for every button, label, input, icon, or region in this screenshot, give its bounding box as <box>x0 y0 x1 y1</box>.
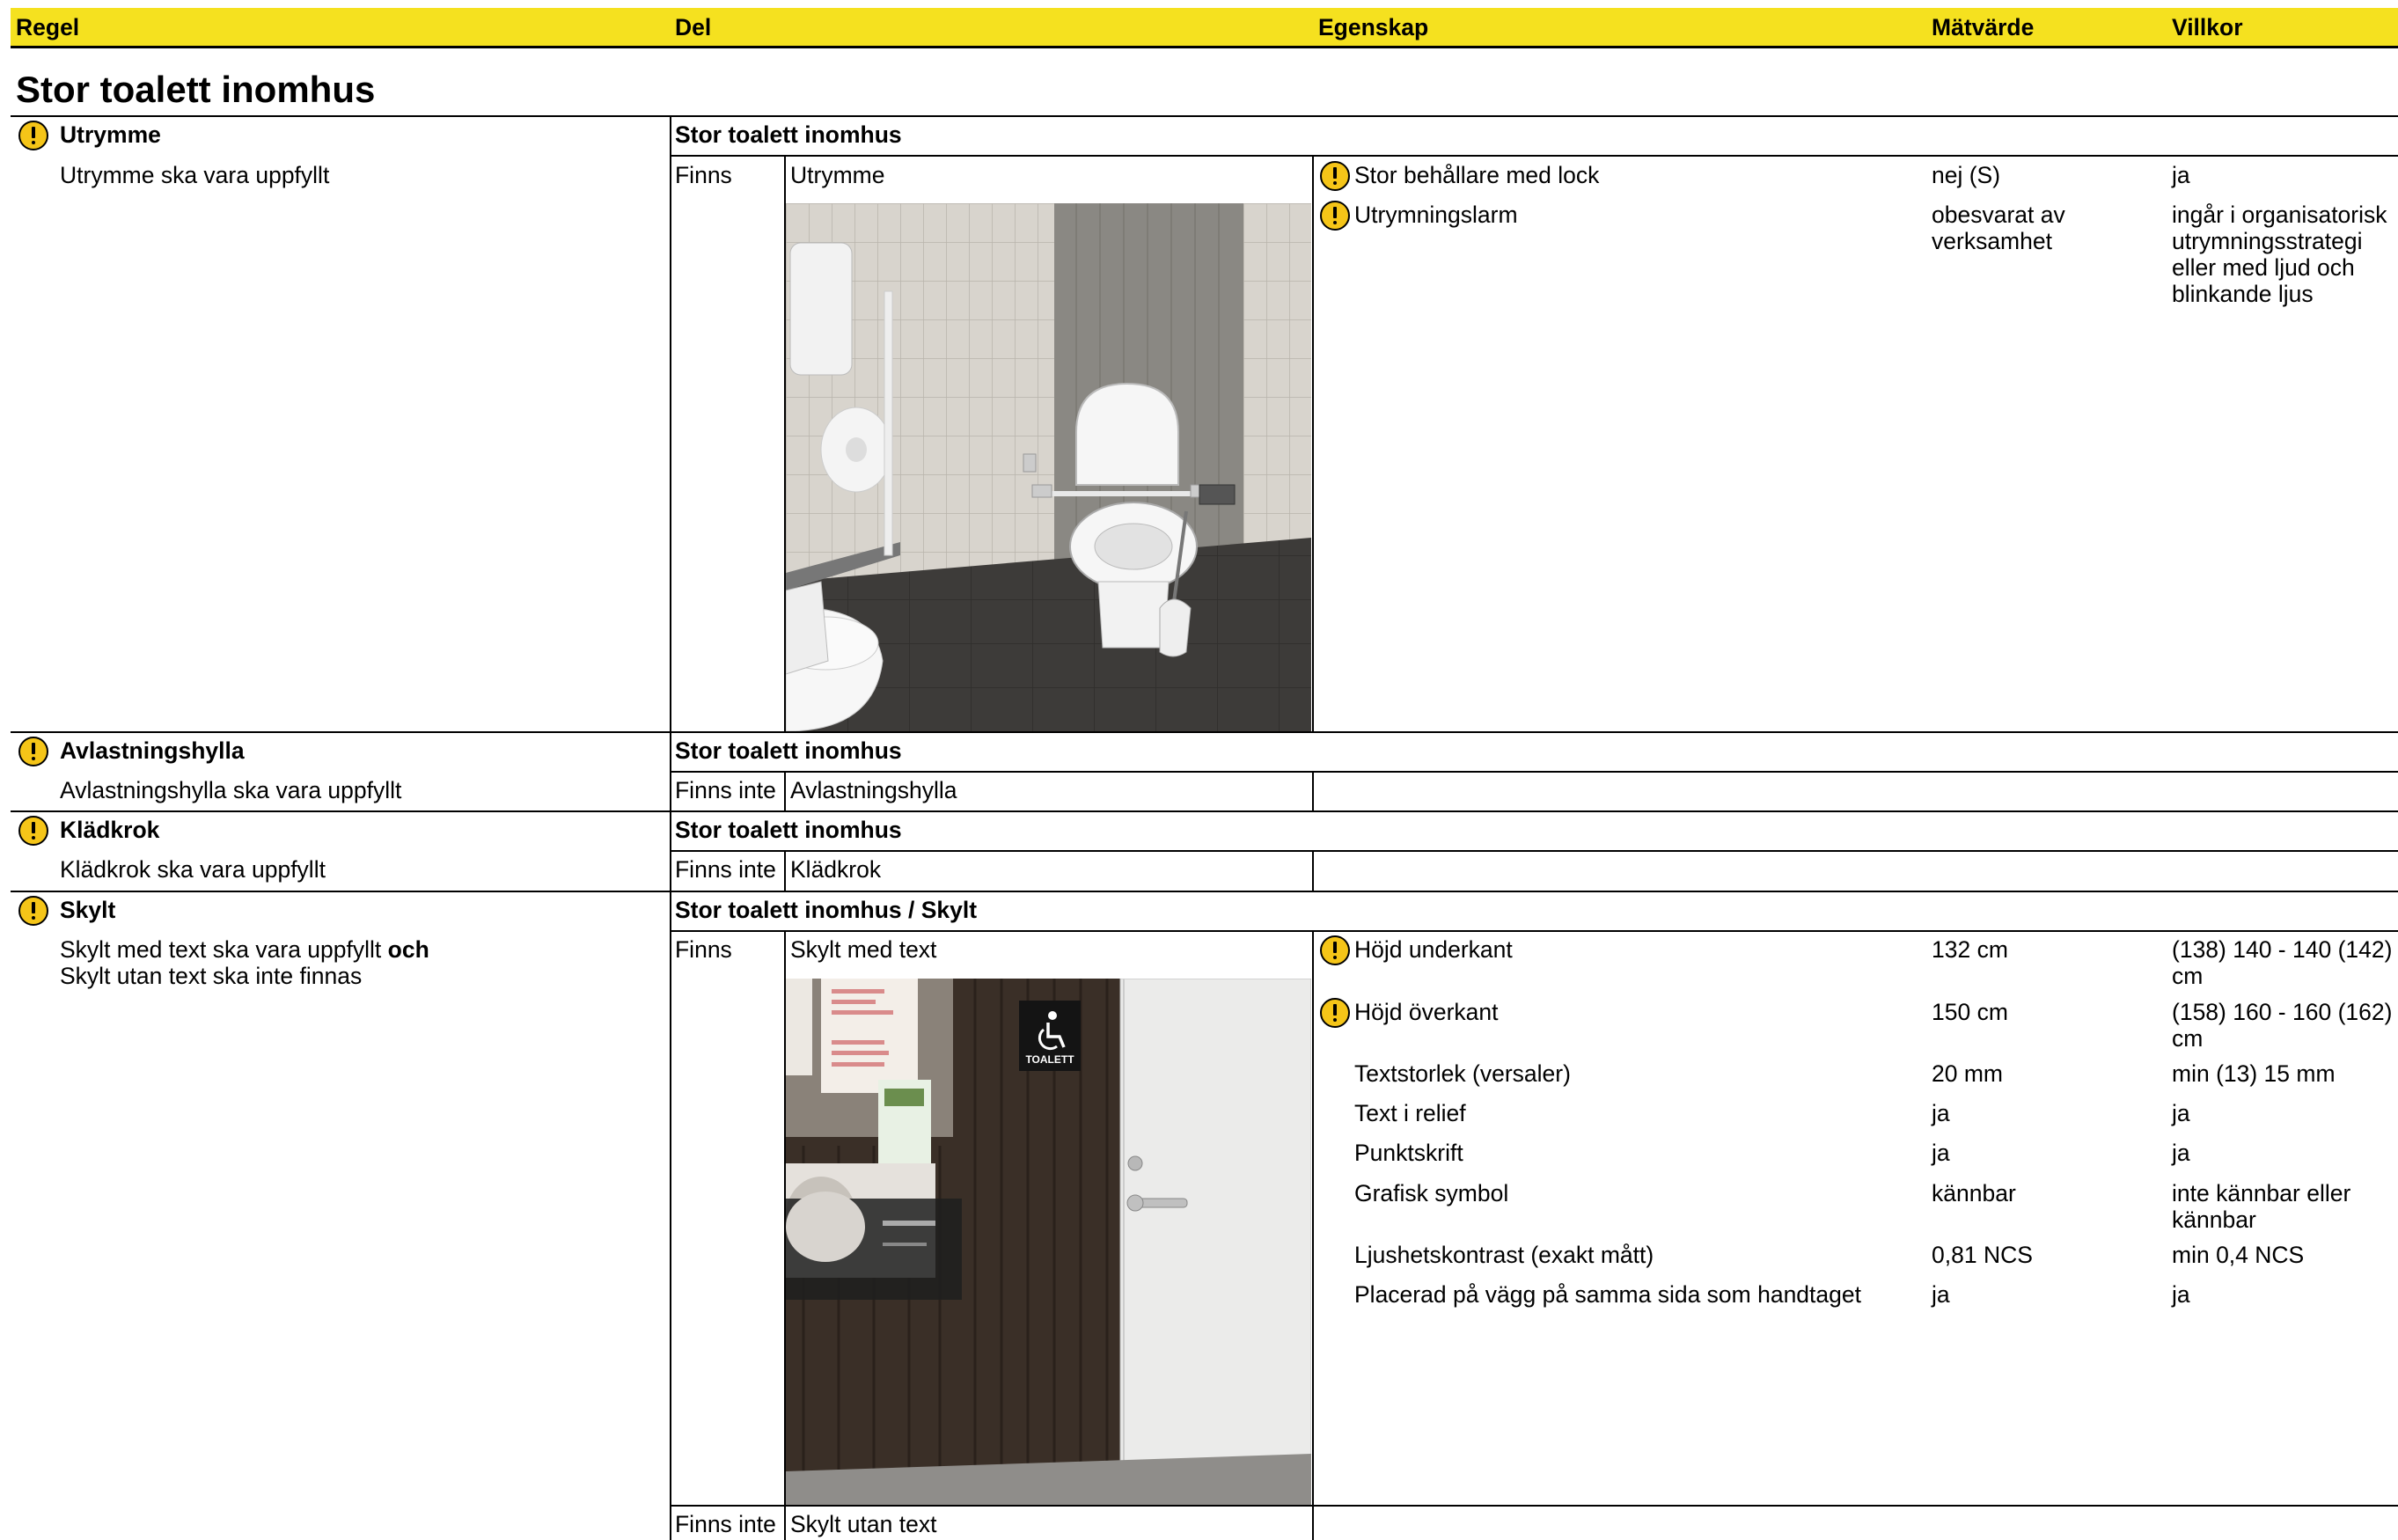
property-condition: ja <box>2172 1281 2190 1308</box>
row-divider <box>671 1505 2398 1507</box>
warning-icon <box>18 737 48 766</box>
part-status: Finns inte <box>675 1511 776 1537</box>
row-divider <box>671 930 2398 932</box>
warning-icon <box>1320 935 1350 965</box>
sign-label: TOALETT <box>1025 1053 1074 1066</box>
header-villkor: Villkor <box>2172 14 2243 40</box>
property-name: Utrymningslarm <box>1354 202 1518 228</box>
property-value: ja <box>1932 1100 1950 1126</box>
toilet-room-photo <box>786 203 1311 731</box>
property-condition: ja <box>2172 1100 2190 1126</box>
header-del: Del <box>675 14 712 40</box>
property-condition: (158) 160 - 160 (162) cm <box>2172 999 2393 1052</box>
sign-photo: TOALETT <box>786 979 1311 1505</box>
row-divider <box>11 810 2398 812</box>
part-status: Finns inte <box>675 856 776 883</box>
rule-description: Skylt utan text ska inte finnas <box>60 963 363 989</box>
property-value: obesvarat av verksamhet <box>1932 202 2065 254</box>
row-divider <box>11 115 2398 117</box>
part-status: Finns inte <box>675 777 776 803</box>
page-title: Stor toalett inomhus <box>16 69 376 110</box>
part-name: Avlastningshylla <box>790 777 957 803</box>
warning-icon <box>1320 201 1350 231</box>
warning-icon <box>18 816 48 846</box>
rule-title-kladkrok: Klädkrok <box>60 817 160 843</box>
header-matvarde: Mätvärde <box>1932 14 2035 40</box>
property-condition: min (13) 15 mm <box>2172 1060 2336 1087</box>
property-condition: ja <box>2172 162 2190 188</box>
rule-title-utrymme: Utrymme <box>60 121 161 148</box>
property-condition: min 0,4 NCS <box>2172 1242 2305 1268</box>
warning-icon <box>18 121 48 150</box>
property-value: 132 cm <box>1932 936 2008 963</box>
property-value: ja <box>1932 1281 1950 1308</box>
warning-icon <box>1320 161 1350 191</box>
rule-title-avlastningshylla: Avlastningshylla <box>60 737 245 764</box>
table-header <box>11 8 2398 48</box>
header-regel: Regel <box>16 14 80 40</box>
part-name: Klädkrok <box>790 856 882 883</box>
section-title: Stor toalett inomhus <box>675 737 902 764</box>
row-divider <box>671 771 2398 773</box>
section-title: Stor toalett inomhus <box>675 121 902 148</box>
part-status: Finns <box>675 162 732 188</box>
column-divider <box>1312 771 1314 810</box>
property-condition: ja <box>2172 1140 2190 1166</box>
column-divider <box>784 771 786 810</box>
part-name: Skylt utan text <box>790 1511 937 1537</box>
property-name: Höjd underkant <box>1354 936 1513 963</box>
rule-description: Utrymme ska vara uppfyllt <box>60 162 330 188</box>
property-value: nej (S) <box>1932 162 2001 188</box>
property-name: Grafisk symbol <box>1354 1180 1509 1206</box>
property-value: kännbar <box>1932 1180 2016 1206</box>
property-name: Text i relief <box>1354 1100 1466 1126</box>
part-status: Finns <box>675 936 732 963</box>
property-value: 150 cm <box>1932 999 2008 1025</box>
warning-icon <box>1320 998 1350 1028</box>
column-divider <box>784 850 786 891</box>
column-divider <box>1312 155 1314 731</box>
warning-icon <box>18 896 48 926</box>
property-condition: (138) 140 - 140 (142) cm <box>2172 936 2393 989</box>
rule-description: Skylt med text ska vara uppfyllt och <box>60 936 429 963</box>
property-value: ja <box>1932 1140 1950 1166</box>
property-condition: ingår i organisatorisk utrymningsstrateg… <box>2172 202 2387 307</box>
row-divider <box>671 155 2398 157</box>
rule-title-skylt: Skylt <box>60 897 116 923</box>
property-condition: inte kännbar eller kännbar <box>2172 1180 2351 1233</box>
part-name: Skylt med text <box>790 936 937 963</box>
property-name: Ljushetskontrast (exakt mått) <box>1354 1242 1654 1268</box>
property-name: Höjd överkant <box>1354 999 1499 1025</box>
row-divider <box>11 731 2398 733</box>
property-name: Placerad på vägg på samma sida som handt… <box>1354 1281 1861 1308</box>
column-divider <box>1312 930 1314 1540</box>
row-divider <box>11 891 2398 892</box>
header-egenskap: Egenskap <box>1318 14 1429 40</box>
property-name: Punktskrift <box>1354 1140 1463 1166</box>
property-value: 0,81 NCS <box>1932 1242 2033 1268</box>
column-divider <box>1312 850 1314 891</box>
column-divider <box>670 115 671 1540</box>
rule-description: Avlastningshylla ska vara uppfyllt <box>60 777 402 803</box>
section-title: Stor toalett inomhus / Skylt <box>675 897 978 923</box>
section-title: Stor toalett inomhus <box>675 817 902 843</box>
part-name: Utrymme <box>790 162 885 188</box>
row-divider <box>671 850 2398 852</box>
property-name: Stor behållare med lock <box>1354 162 1600 188</box>
property-value: 20 mm <box>1932 1060 2003 1087</box>
property-name: Textstorlek (versaler) <box>1354 1060 1571 1087</box>
rule-description: Klädkrok ska vara uppfyllt <box>60 856 326 883</box>
